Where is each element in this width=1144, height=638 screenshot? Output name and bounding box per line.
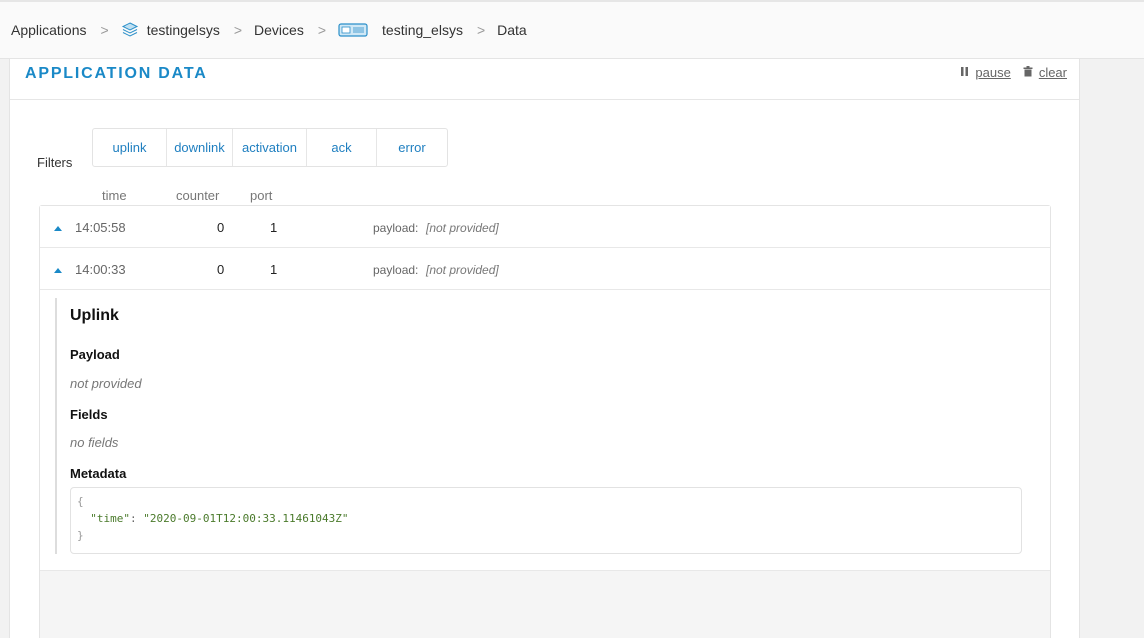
layers-icon [121, 21, 139, 39]
filter-activation-button[interactable]: activation [233, 129, 307, 166]
json-colon: : [130, 512, 144, 525]
breadcrumb: Applications > testingelsys > Devices > … [0, 0, 1144, 59]
filter-downlink-button[interactable]: downlink [167, 129, 233, 166]
row-payload-label: payload: [373, 221, 419, 235]
breadcrumb-device-label[interactable]: testing_elsys [382, 22, 463, 38]
breadcrumb-separator: > [233, 22, 243, 38]
fields-heading: Fields [70, 407, 108, 422]
uplink-detail: Uplink Payload not provided Fields no fi… [40, 290, 1050, 571]
breadcrumb-applications-label[interactable]: Applications [11, 22, 87, 38]
clear-label[interactable]: clear [1039, 65, 1067, 80]
json-value: "2020-09-01T12:00:33.11461043Z" [143, 512, 349, 525]
caret-up-icon[interactable] [53, 220, 63, 235]
trash-icon [1023, 65, 1033, 80]
metadata-heading: Metadata [70, 466, 127, 481]
row-port: 1 [270, 262, 278, 277]
filter-group: uplink downlink activation ack error [92, 128, 448, 167]
row-counter: 0 [217, 262, 225, 277]
payload-value: not provided [70, 376, 142, 391]
pause-label[interactable]: pause [975, 65, 1010, 80]
row-payload-value: [not provided] [426, 263, 499, 277]
payload-heading: Payload [70, 347, 120, 362]
filter-error-button[interactable]: error [377, 129, 447, 166]
row-time: 14:05:58 [75, 220, 126, 235]
breadcrumb-devices-label[interactable]: Devices [254, 22, 304, 38]
column-header-time: time [102, 188, 127, 203]
filter-uplink-button[interactable]: uplink [93, 129, 167, 166]
column-header-port: port [250, 188, 273, 203]
row-port: 1 [270, 220, 278, 235]
detail-title: Uplink [70, 307, 119, 324]
filters-label: Filters [37, 155, 73, 170]
breadcrumb-device[interactable]: testing_elsys [338, 21, 463, 39]
panel-actions: pause clear [948, 65, 1067, 80]
panel-header: APPLICATION DATA pause clear [10, 59, 1079, 100]
row-time: 14:00:33 [75, 262, 126, 277]
clear-button[interactable]: clear [1023, 65, 1067, 80]
json-close-brace: } [77, 529, 84, 542]
json-open-brace: { [77, 495, 84, 508]
application-data-panel: APPLICATION DATA pause clear Filters upl… [9, 59, 1080, 638]
row-payload-label: payload: [373, 263, 419, 277]
breadcrumb-app[interactable]: testingelsys [121, 21, 220, 39]
breadcrumb-data-label: Data [497, 22, 527, 38]
filter-ack-button[interactable]: ack [307, 129, 377, 166]
breadcrumb-separator: > [317, 22, 327, 38]
breadcrumb-app-label[interactable]: testingelsys [147, 22, 220, 38]
column-header-counter: counter [176, 188, 220, 203]
table-row[interactable]: 14:00:33 0 1 payload: [not provided] [40, 248, 1050, 290]
detail-divider [55, 298, 57, 554]
breadcrumb-applications[interactable]: Applications [11, 22, 87, 38]
breadcrumb-separator: > [476, 22, 486, 38]
row-counter: 0 [217, 220, 225, 235]
pause-button[interactable]: pause [960, 65, 1011, 80]
json-key: "time" [90, 512, 130, 525]
fields-value: no fields [70, 435, 119, 450]
device-icon [338, 21, 368, 39]
caret-up-icon[interactable] [53, 262, 63, 277]
breadcrumb-separator: > [100, 22, 109, 38]
breadcrumb-devices[interactable]: Devices [254, 22, 304, 38]
row-payload-value: [not provided] [426, 221, 499, 235]
pause-icon [960, 65, 969, 80]
table-row[interactable]: 14:05:58 0 1 payload: [not provided] [40, 206, 1050, 248]
breadcrumb-data: Data [497, 22, 527, 38]
panel-title: APPLICATION DATA [25, 65, 208, 82]
metadata-json: { "time": "2020-09-01T12:00:33.11461043Z… [70, 487, 1022, 554]
data-table: 14:05:58 0 1 payload: [not provided] 14:… [39, 205, 1051, 638]
